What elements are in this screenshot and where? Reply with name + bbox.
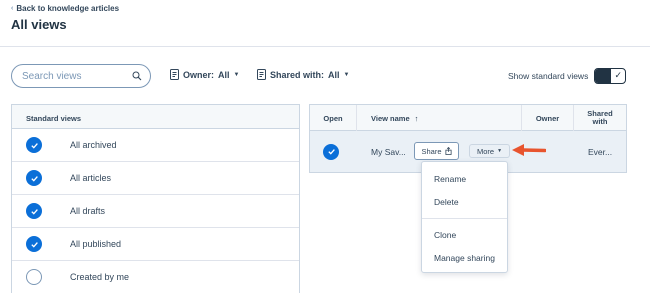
column-header-view-name-label: View name: [371, 113, 410, 123]
back-link[interactable]: ‹ Back to knowledge articles: [11, 4, 119, 13]
owner-filter-value: All: [218, 69, 230, 80]
sort-arrow-icon: ↑: [414, 113, 419, 123]
checkmark-icon: [30, 142, 38, 149]
view-select-radio[interactable]: [26, 137, 42, 153]
standard-view-label: All published: [70, 239, 122, 249]
view-select-radio[interactable]: [26, 236, 42, 252]
shared-with-filter[interactable]: Shared with: All ▼: [257, 69, 349, 80]
row-shared-with: Ever...: [588, 146, 613, 157]
checkmark-icon: [30, 241, 38, 248]
standard-views-heading: Standard views: [12, 105, 299, 129]
standard-view-row[interactable]: All articles: [12, 162, 299, 195]
show-standard-views-toggle[interactable]: ✓: [594, 68, 626, 84]
standard-view-row[interactable]: Created by me: [12, 261, 299, 293]
more-actions-menu: Rename Delete Clone Manage sharing: [421, 161, 508, 273]
menu-item-clone[interactable]: Clone: [434, 230, 456, 240]
more-dropdown-button[interactable]: More ▼: [469, 144, 510, 158]
menu-divider: [422, 218, 507, 219]
share-button-label: Share: [421, 146, 442, 156]
checkmark-icon: ✓: [614, 70, 622, 80]
toggle-knob: [595, 69, 611, 83]
more-button-label: More: [476, 146, 495, 156]
chevron-left-icon: ‹: [11, 5, 14, 12]
shared-with-filter-value: All: [328, 69, 340, 80]
row-view-name: My Sav...: [371, 146, 406, 157]
standard-view-row[interactable]: All archived: [12, 129, 299, 162]
view-select-radio[interactable]: [26, 203, 42, 219]
row-open-cell[interactable]: [323, 131, 339, 172]
caret-down-icon: ▼: [497, 148, 503, 154]
menu-item-delete[interactable]: Delete: [434, 197, 459, 207]
show-standard-views-label: Show standard views: [508, 71, 589, 81]
share-button[interactable]: Share: [414, 142, 459, 160]
document-icon: [170, 69, 179, 80]
caret-down-icon: ▼: [233, 71, 240, 78]
caret-down-icon: ▼: [343, 71, 350, 78]
annotation-arrow-icon: [512, 144, 546, 156]
standard-views-panel: Standard views All archived All articles A…: [11, 104, 300, 293]
standard-view-label: All articles: [70, 173, 112, 183]
checkmark-icon: [30, 175, 38, 182]
column-header-open[interactable]: Open: [310, 105, 357, 131]
standard-view-row[interactable]: All published: [12, 228, 299, 261]
header-divider: [0, 46, 650, 47]
page-title: All views: [11, 17, 67, 32]
table-header: Open View name ↑ Owner Shared with: [310, 105, 626, 131]
view-select-radio[interactable]: [26, 170, 42, 186]
search-icon: [132, 71, 142, 81]
view-select-radio[interactable]: [26, 269, 42, 285]
search-placeholder: Search views: [22, 70, 82, 82]
checkmark-icon: [30, 208, 38, 215]
back-link-label: Back to knowledge articles: [16, 4, 120, 13]
search-input[interactable]: Search views: [11, 64, 151, 88]
document-icon: [257, 69, 266, 80]
checkmark-icon: [327, 149, 335, 155]
column-header-view-name[interactable]: View name ↑: [357, 105, 522, 131]
share-icon: [444, 147, 452, 155]
owner-filter[interactable]: Owner: All ▼: [170, 69, 239, 80]
standard-view-label: All drafts: [70, 206, 106, 216]
standard-view-row[interactable]: All drafts: [12, 195, 299, 228]
standard-view-label: Created by me: [70, 272, 130, 282]
column-header-shared-with[interactable]: Shared with: [574, 105, 626, 131]
shared-with-filter-label: Shared with:: [270, 69, 325, 80]
standard-view-label: All archived: [70, 140, 117, 150]
owner-filter-label: Owner:: [183, 69, 215, 80]
menu-item-rename[interactable]: Rename: [434, 174, 466, 184]
column-header-owner[interactable]: Owner: [522, 105, 574, 131]
menu-item-manage-sharing[interactable]: Manage sharing: [434, 253, 495, 263]
open-view-radio[interactable]: [323, 143, 339, 160]
